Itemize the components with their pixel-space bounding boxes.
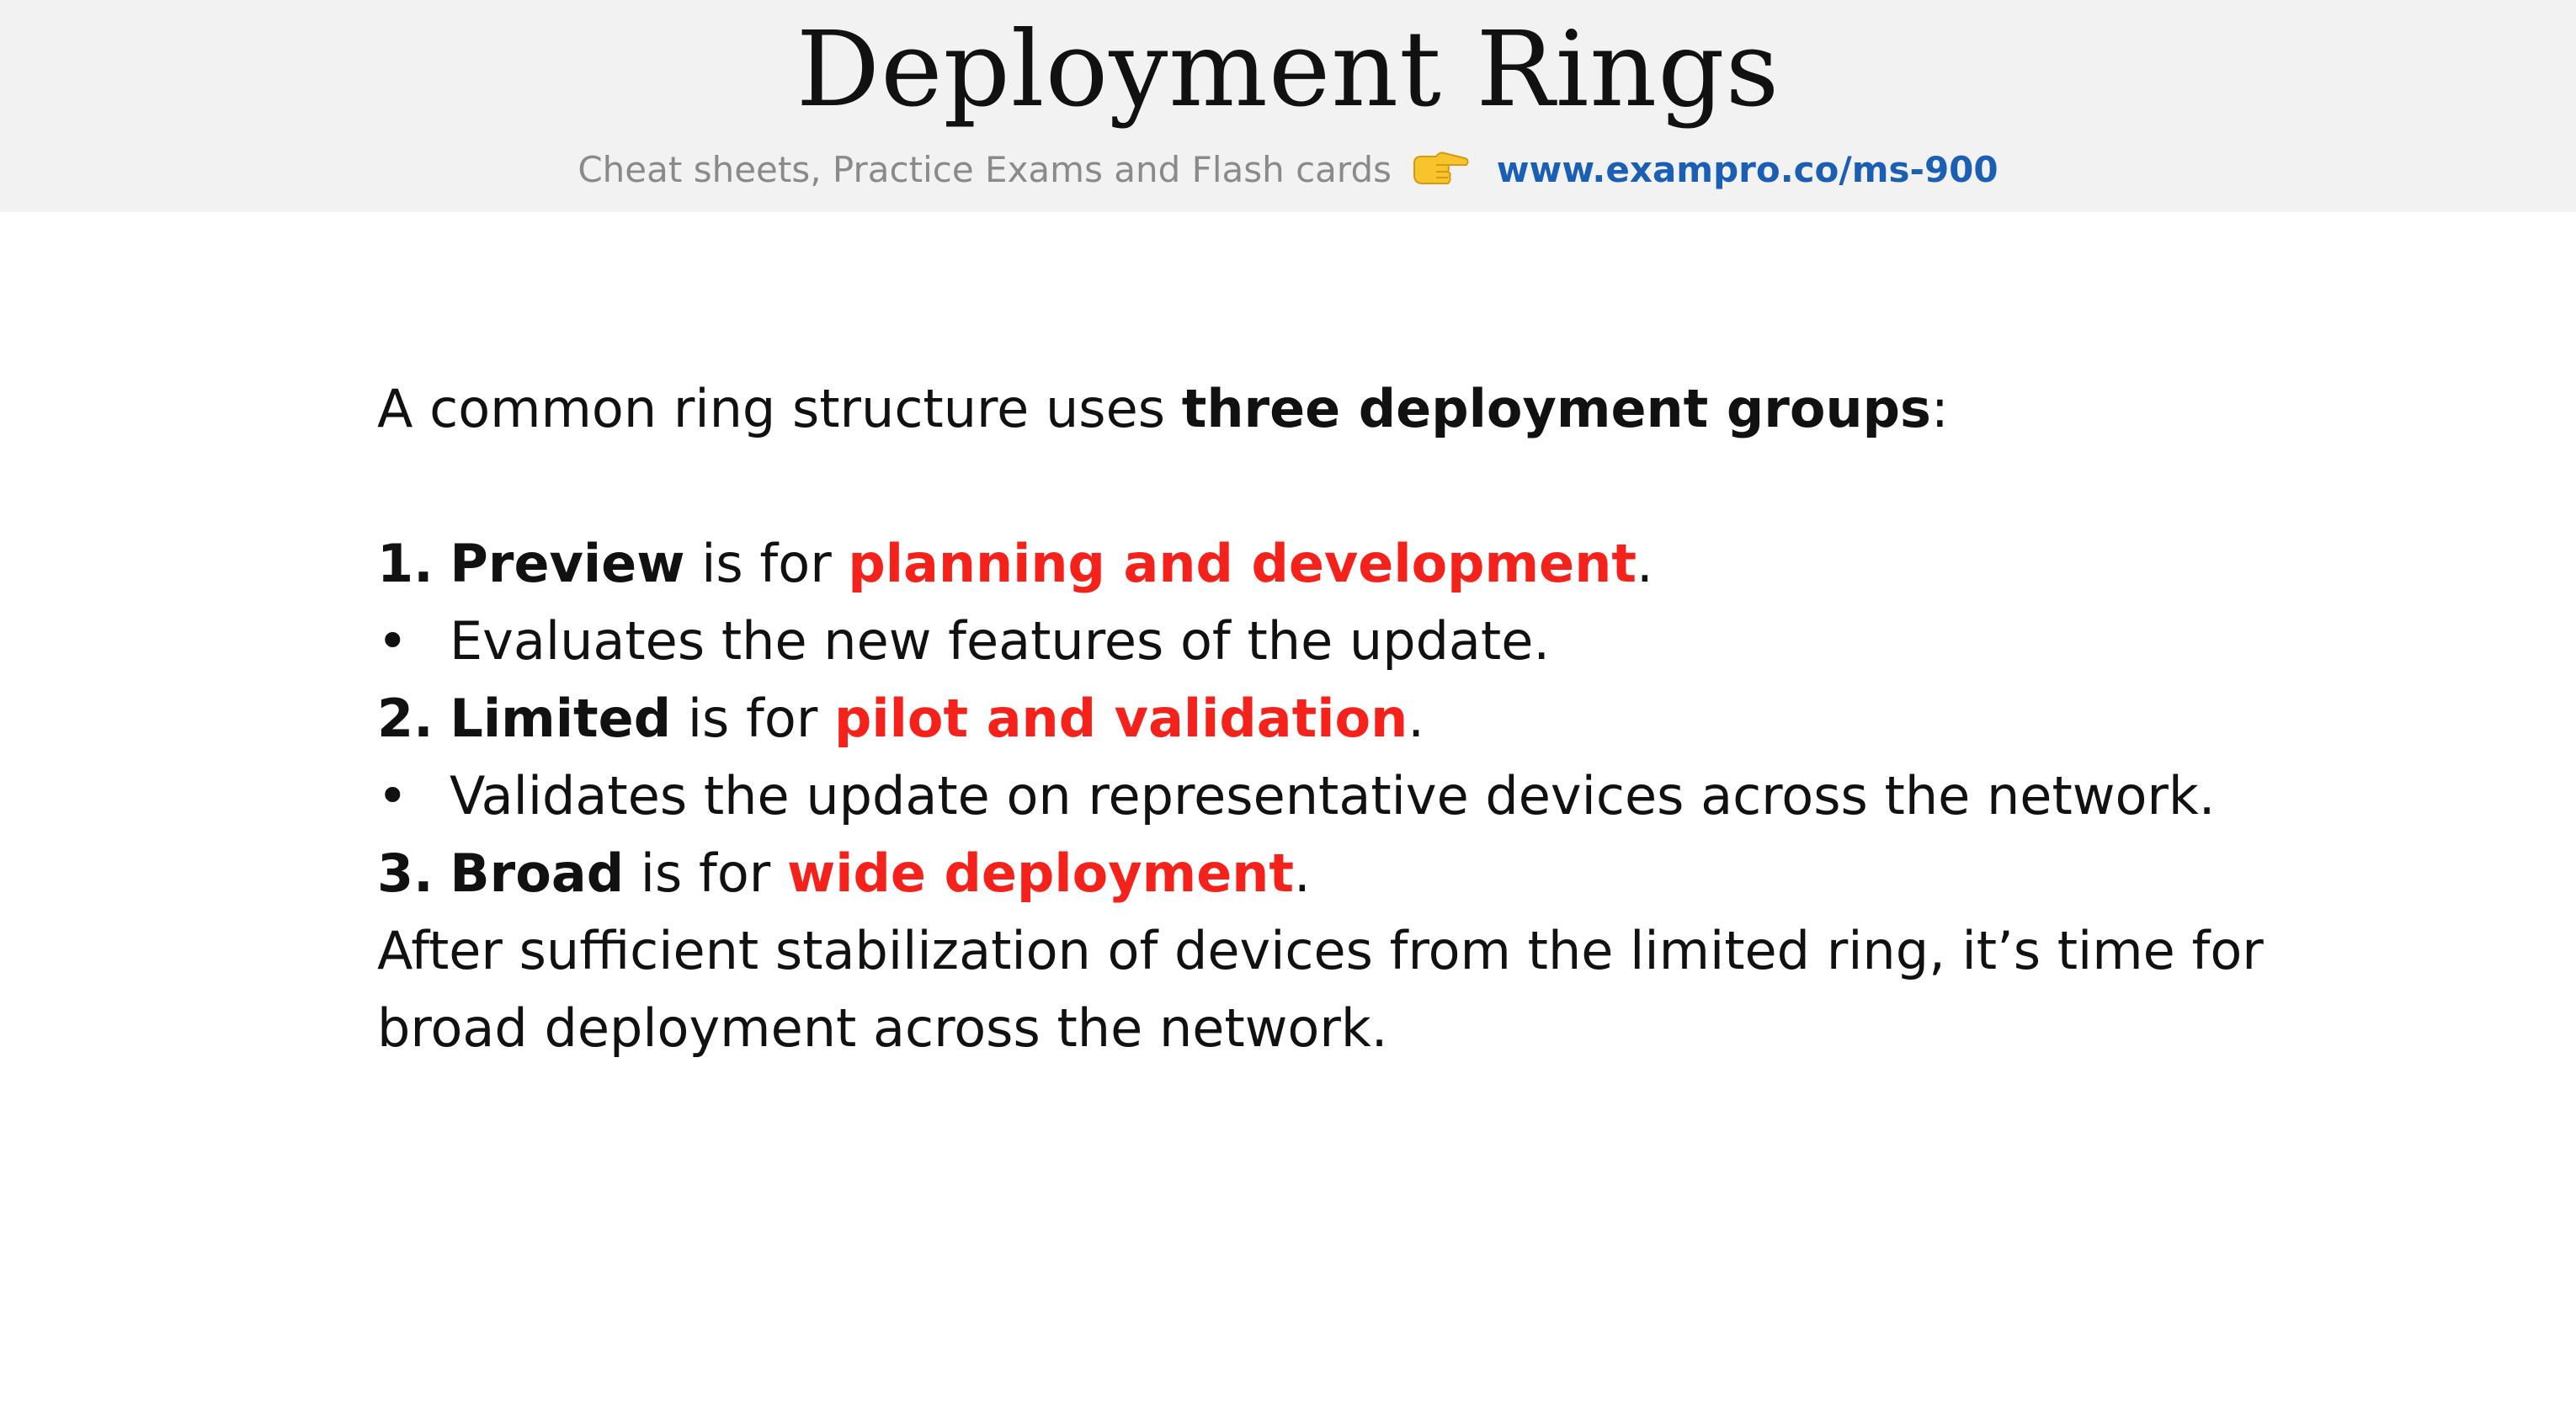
ring-name: Broad bbox=[450, 842, 625, 904]
ring-end: . bbox=[1408, 688, 1424, 749]
ring-number: 2. bbox=[377, 688, 434, 749]
closing-line: broad deployment across the network. bbox=[377, 997, 1388, 1059]
intro-line: A common ring structure uses three deplo… bbox=[377, 370, 2482, 448]
ring-mid-text: is for bbox=[624, 842, 787, 904]
ring-end: . bbox=[1294, 842, 1311, 904]
intro-prefix: A common ring structure uses bbox=[377, 378, 1182, 439]
bullet-item: • Validates the update on representative … bbox=[377, 757, 2482, 835]
ring-end: . bbox=[1637, 533, 1653, 594]
ring-item-limited: 2. Limited is for pilot and validation. bbox=[377, 680, 2482, 757]
bullet-dot: • bbox=[377, 765, 408, 826]
intro-suffix: : bbox=[1930, 378, 1949, 439]
ring-purpose: wide deployment bbox=[786, 842, 1295, 904]
slide-content: A common ring structure uses three deplo… bbox=[377, 370, 2482, 1067]
ring-purpose: planning and development bbox=[848, 533, 1637, 594]
subtitle-text: Cheat sheets, Practice Exams and Flash c… bbox=[577, 149, 1392, 190]
bullet-text: Evaluates the new features of the update… bbox=[450, 610, 1551, 672]
pointing-hand-icon bbox=[1411, 146, 1470, 189]
subtitle: Cheat sheets, Practice Exams and Flash c… bbox=[0, 145, 2576, 195]
ring-mid-text: is for bbox=[671, 688, 835, 749]
header-banner: Deployment Rings Cheat sheets, Practice … bbox=[0, 0, 2576, 212]
intro-bold: three deployment groups bbox=[1181, 378, 1931, 439]
ring-item-broad: 3. Broad is for wide deployment. bbox=[377, 835, 2482, 912]
ring-item-preview: 1. Preview is for planning and developme… bbox=[377, 525, 2482, 603]
page-title: Deployment Rings bbox=[796, 9, 1780, 130]
ring-number: 3. bbox=[377, 842, 434, 904]
bullet-dot: • bbox=[377, 610, 408, 672]
bullet-item: • Evaluates the new features of the updat… bbox=[377, 603, 2482, 680]
ring-name: Preview bbox=[450, 533, 685, 594]
closing-line: After sufficient stabilization of device… bbox=[377, 920, 2264, 981]
ring-mid-text: is for bbox=[684, 533, 849, 594]
bullet-text: Validates the update on representative d… bbox=[450, 765, 2216, 826]
ring-purpose: pilot and validation bbox=[834, 688, 1408, 749]
exampro-link[interactable]: www.exampro.co/ms-900 bbox=[1497, 149, 1999, 190]
ring-number: 1. bbox=[377, 533, 434, 594]
ring-name: Limited bbox=[450, 688, 672, 749]
